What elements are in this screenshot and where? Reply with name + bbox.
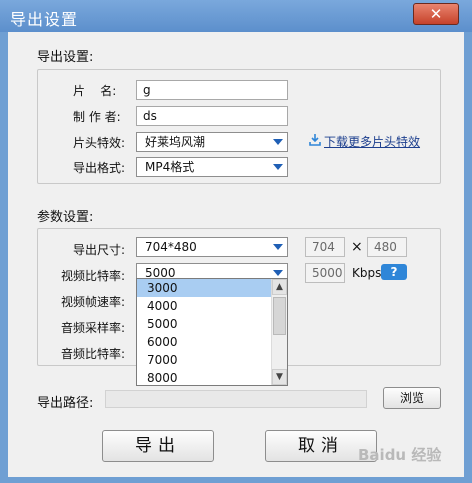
close-icon: ✕ — [429, 5, 443, 23]
chevron-down-icon — [273, 244, 283, 250]
download-icon — [309, 134, 321, 146]
intro-effect-label: 片头特效: — [73, 136, 126, 150]
dropdown-option[interactable]: 8000 — [137, 369, 271, 387]
output-path-label: 导出路径: — [37, 396, 94, 411]
audio-bitrate-label: 音频比特率: — [61, 347, 126, 361]
intro-effect-value: 好莱坞风潮 — [145, 135, 206, 149]
bitrate-dropdown-list: 3000 4000 5000 6000 7000 8000 ▲ ▼ — [136, 278, 288, 386]
dropdown-option[interactable]: 6000 — [137, 333, 271, 351]
scroll-up-icon[interactable]: ▲ — [272, 279, 287, 295]
scrollbar-thumb[interactable] — [273, 297, 286, 335]
watermark: Baidu 经验 — [358, 446, 442, 464]
bitrate-unit: Kbps — [352, 266, 382, 280]
dropdown-option[interactable]: 4000 — [137, 297, 271, 315]
author-input[interactable]: ds — [136, 106, 288, 126]
format-label: 导出格式: — [73, 161, 126, 175]
help-icon[interactable]: ? — [381, 264, 407, 280]
clip-name-label: 片 名: — [73, 84, 117, 98]
size-label: 导出尺寸: — [73, 243, 126, 257]
chevron-down-icon — [273, 139, 283, 145]
dropdown-option[interactable]: 3000 — [137, 279, 271, 297]
height-input[interactable]: 480 — [367, 237, 407, 257]
close-button[interactable]: ✕ — [413, 3, 459, 25]
video-bitrate-label: 视频比特率: — [61, 269, 126, 283]
sample-rate-label: 音频采样率: — [61, 321, 126, 335]
format-select[interactable]: MP4格式 — [136, 157, 288, 177]
dropdown-option[interactable]: 7000 — [137, 351, 271, 369]
clip-name-input[interactable]: g — [136, 80, 288, 100]
dialog-body: 导出设置: 片 名: g 制 作 者: ds 片头特效: 好莱坞风潮 下载更多片… — [8, 32, 464, 477]
frame-rate-label: 视频帧速率: — [61, 295, 126, 309]
browse-button[interactable]: 浏览 — [383, 387, 441, 409]
author-label: 制 作 者: — [73, 110, 121, 124]
chevron-down-icon — [273, 164, 283, 170]
chevron-down-icon — [273, 270, 283, 276]
size-select[interactable]: 704*480 — [136, 237, 288, 257]
window-title: 导出设置 — [10, 10, 79, 29]
param-settings-title: 参数设置: — [37, 210, 94, 225]
output-path-input[interactable] — [105, 390, 367, 408]
dropdown-scrollbar[interactable]: ▲ ▼ — [271, 279, 287, 385]
title-bar: 导出设置 ✕ — [0, 0, 472, 32]
export-button[interactable]: 导出 — [102, 430, 214, 462]
format-value: MP4格式 — [145, 160, 195, 174]
size-value: 704*480 — [145, 240, 197, 254]
times-sign: × — [351, 239, 363, 255]
intro-effect-select[interactable]: 好莱坞风潮 — [136, 132, 288, 152]
width-input[interactable]: 704 — [305, 237, 345, 257]
scroll-down-icon[interactable]: ▼ — [272, 369, 287, 385]
export-settings-title: 导出设置: — [37, 50, 94, 65]
dropdown-option[interactable]: 5000 — [137, 315, 271, 333]
download-more-effects-link[interactable]: 下载更多片头特效 — [324, 133, 420, 150]
video-bitrate-custom-input[interactable]: 5000 — [305, 263, 345, 283]
